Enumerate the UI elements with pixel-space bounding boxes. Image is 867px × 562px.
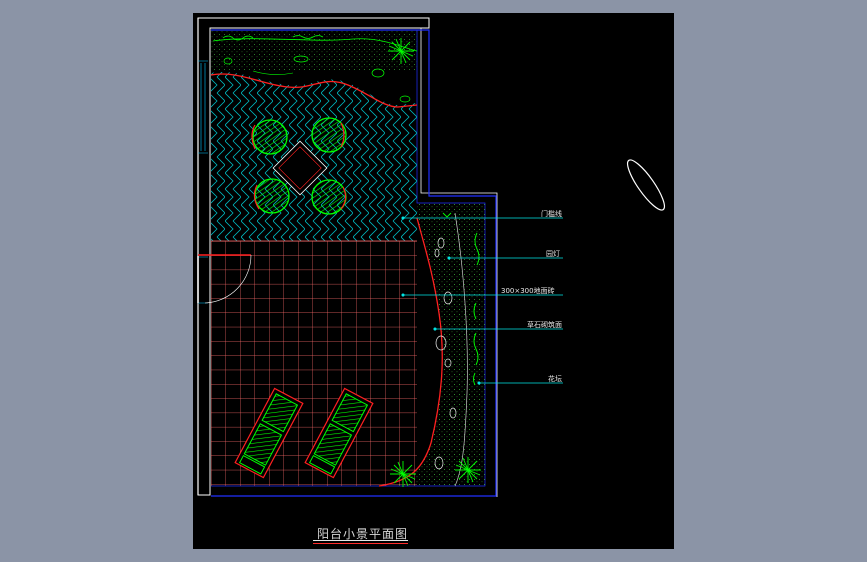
callout-floor-tile: 300×300地面砖: [501, 287, 555, 295]
callout-flower-bed: 花坛: [548, 375, 562, 383]
title-underline: [313, 540, 408, 541]
callout-threshold: 门槛线: [541, 210, 562, 218]
callout-stone-surface: 草石砌筑面: [527, 321, 562, 329]
drawing-canvas: 门槛线 园灯 300×300地面砖 草石砌筑面 花坛 阳台小景平面图: [193, 13, 674, 549]
stray-ellipse: [626, 159, 666, 211]
callout-garden-light: 园灯: [546, 250, 560, 258]
title-underline-red: [313, 543, 408, 544]
balcony-plan: [197, 17, 666, 497]
